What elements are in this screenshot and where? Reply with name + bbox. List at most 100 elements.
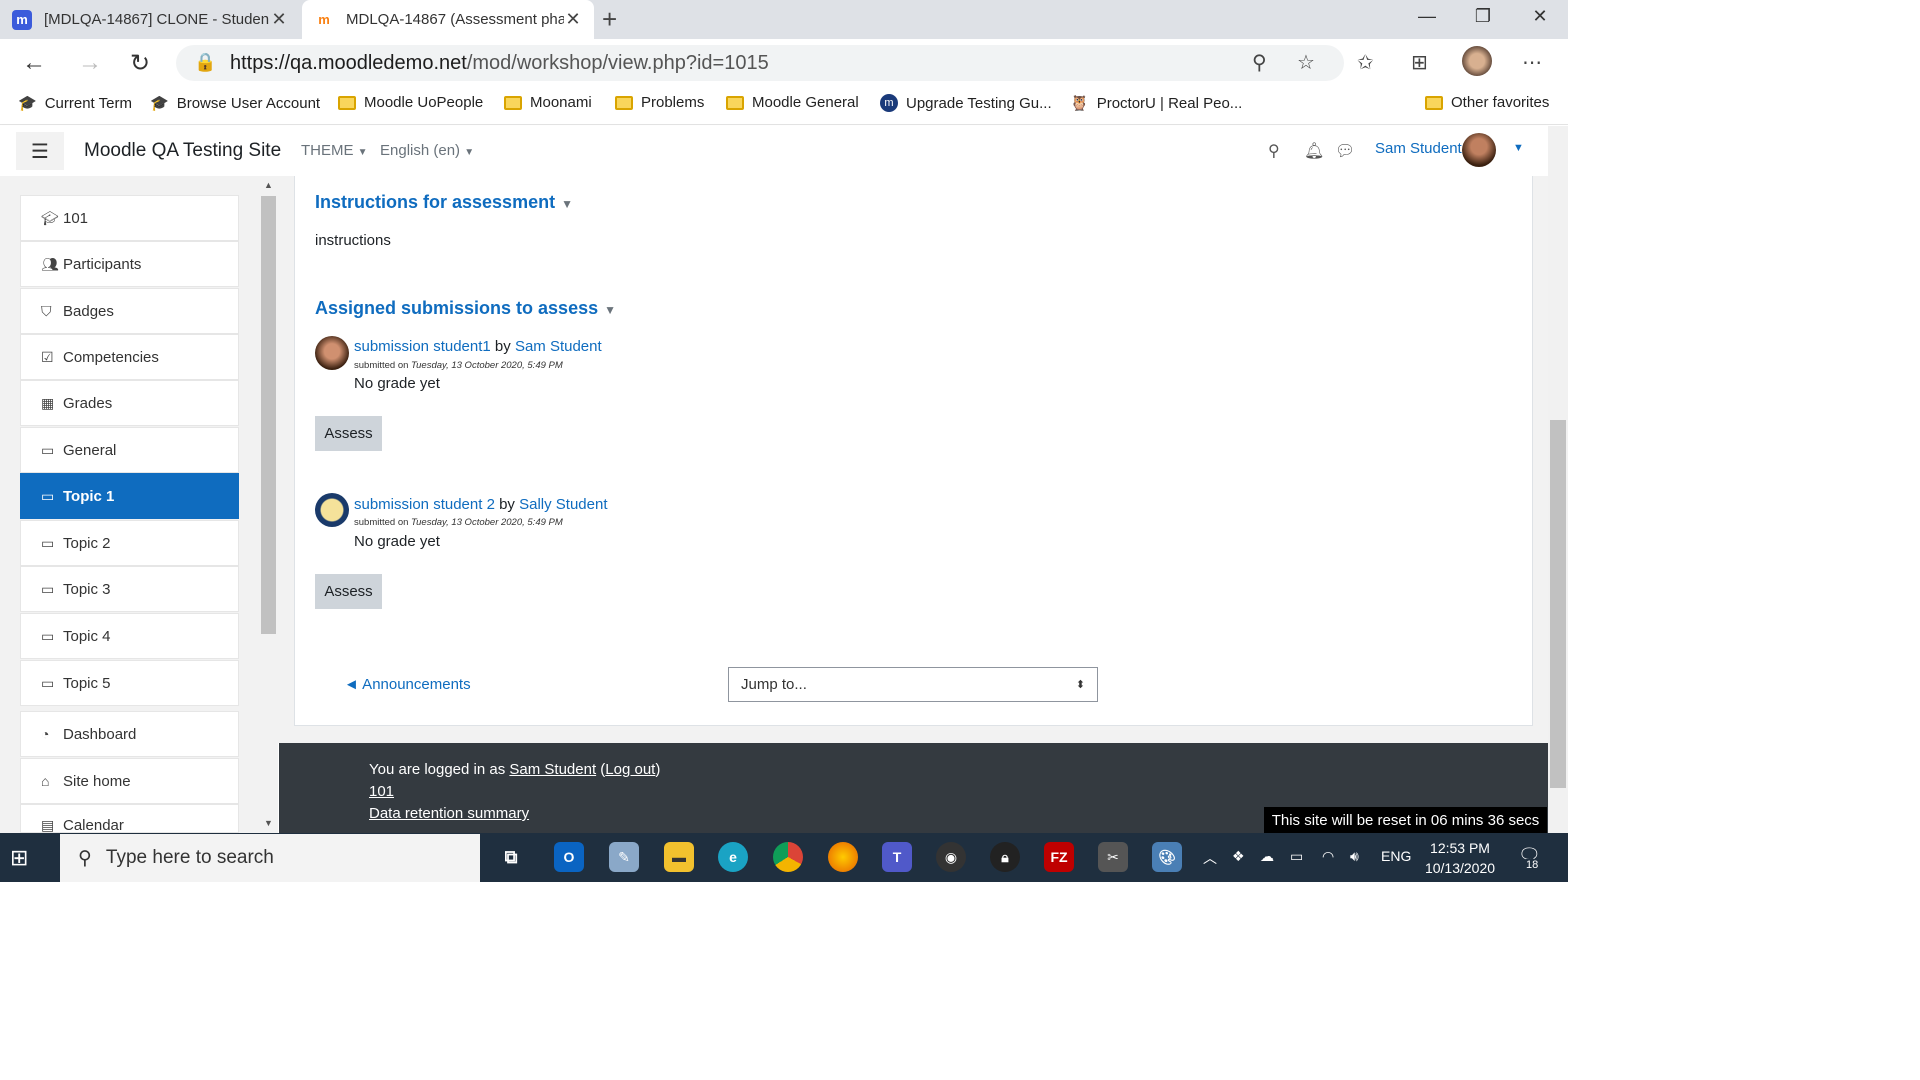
bell-icon[interactable]: 🔔︎	[1304, 141, 1324, 161]
drawer-toggle-button[interactable]: ☰	[16, 132, 64, 170]
outlook-icon[interactable]: O	[554, 842, 584, 872]
calendar-icon: ▤	[41, 817, 55, 833]
browser-tab-tracker[interactable]: m [MDLQA-14867] CLONE - Studen ✕	[0, 0, 300, 39]
teams-icon[interactable]: T	[882, 842, 912, 872]
footer-course-link[interactable]: 101	[369, 783, 394, 800]
sidebar-item-general[interactable]: ▭ General	[20, 427, 239, 473]
windows-start-icon[interactable]: ⊞	[10, 845, 28, 871]
submission-link[interactable]: submission student 2	[354, 496, 495, 513]
folder-icon: ▭	[41, 487, 55, 504]
sidebar-item-calendar[interactable]: ▤ Calendar	[20, 804, 239, 833]
sidebar-item-badges[interactable]: ⛉ Badges	[20, 288, 239, 334]
refresh-icon[interactable]: ↻	[130, 49, 150, 78]
owl-icon: 🦉	[1070, 95, 1089, 112]
sidebar-item-topic-5[interactable]: ▭ Topic 5	[20, 660, 239, 706]
battery-icon[interactable]: ▭	[1290, 848, 1303, 865]
scroll-up-icon[interactable]: ▲	[264, 180, 273, 190]
sidebar-item-topic-4[interactable]: ▭ Topic 4	[20, 613, 239, 659]
onedrive-icon[interactable]: ☁	[1260, 848, 1274, 865]
volume-icon[interactable]: 🔊︎	[1350, 848, 1359, 865]
scroll-down-icon[interactable]: ▼	[264, 818, 273, 828]
sidebar-item-course[interactable]: 🎓︎ 101	[20, 195, 239, 241]
notepad-icon[interactable]: ✎	[609, 842, 639, 872]
assigned-submissions-heading[interactable]: Assigned submissions to assess ▼	[315, 298, 616, 319]
sidebar-item-participants[interactable]: 👥︎ Participants	[20, 241, 239, 287]
favorites-list-icon[interactable]: ✩	[1357, 50, 1374, 75]
forward-icon[interactable]: →	[78, 49, 102, 77]
moodle-m-icon: m	[880, 94, 898, 112]
browser-tab-workshop[interactable]: m MDLQA-14867 (Assessment pha ✕	[302, 0, 594, 39]
prev-activity-link[interactable]: ◄ Announcements	[344, 676, 471, 693]
bookmark-current-term[interactable]: 🎓 Current Term	[18, 94, 132, 113]
file-explorer-icon[interactable]: ▬	[664, 842, 694, 872]
data-retention-link[interactable]: Data retention summary	[369, 805, 529, 822]
bookmark-moodle-uopeople[interactable]: Moodle UoPeople	[338, 94, 483, 111]
dropbox-icon[interactable]: ❖	[1232, 848, 1245, 865]
author-link[interactable]: Sally Student	[519, 496, 607, 513]
firefox-icon[interactable]	[828, 842, 858, 872]
bookmark-other-favorites[interactable]: Other favorites	[1425, 94, 1549, 111]
sidebar-item-grades[interactable]: ▦ Grades	[20, 380, 239, 426]
folder-icon	[1425, 95, 1443, 110]
close-icon[interactable]: ✕	[270, 9, 288, 30]
bookmark-proctoru[interactable]: 🦉 ProctorU | Real Peo...	[1070, 94, 1242, 113]
filezilla-icon[interactable]: FZ	[1044, 842, 1074, 872]
chrome-icon[interactable]	[773, 842, 803, 872]
profile-avatar[interactable]	[1462, 46, 1492, 76]
logout-link[interactable]: Log out	[605, 761, 655, 778]
tools-icon[interactable]: ✂	[1098, 842, 1128, 872]
obs-icon[interactable]: ◉	[936, 842, 966, 872]
page-scrollbar-thumb[interactable]	[1550, 420, 1566, 788]
sidebar-item-topic-1[interactable]: ▭ Topic 1	[20, 473, 239, 519]
jump-to-select[interactable]: Jump to... ⬍	[728, 667, 1098, 702]
bookmark-browse-user[interactable]: 🎓 Browse User Account	[150, 94, 321, 113]
edge-icon[interactable]: e	[718, 842, 748, 872]
caret-down-icon[interactable]: ▼	[1513, 142, 1524, 154]
taskbar-search[interactable]: ⚲ Type here to search	[60, 834, 480, 882]
bookmark-label: Problems	[641, 94, 705, 111]
sidebar-item-topic-3[interactable]: ▭ Topic 3	[20, 566, 239, 612]
bookmark-upgrade-testing[interactable]: m Upgrade Testing Gu...	[880, 94, 1052, 112]
sidebar-item-competencies[interactable]: ☑ Competencies	[20, 334, 239, 380]
chat-icon[interactable]: 💬︎	[1335, 141, 1355, 161]
sidebar-scrollbar-thumb[interactable]	[261, 196, 276, 634]
sidebar-item-label: Topic 4	[63, 627, 111, 645]
avatar[interactable]	[1462, 133, 1496, 167]
input-language[interactable]: ENG	[1381, 848, 1411, 864]
sidebar-item-topic-2[interactable]: ▭ Topic 2	[20, 520, 239, 566]
window-close-icon[interactable]: ✕	[1525, 6, 1555, 27]
minimize-icon[interactable]: —	[1412, 6, 1442, 27]
language-menu[interactable]: English (en) ▼	[380, 142, 474, 159]
more-icon[interactable]: ⋯	[1522, 50, 1542, 75]
user-menu-name[interactable]: Sam Student	[1375, 140, 1462, 157]
theme-menu[interactable]: THEME ▼	[301, 142, 368, 159]
assess-button[interactable]: Assess	[315, 416, 382, 451]
search-icon[interactable]: ⚲	[1268, 141, 1280, 161]
sidebar-item-dashboard[interactable]: ◔ Dashboard	[20, 711, 239, 757]
sidebar-item-site-home[interactable]: ⌂ Site home	[20, 758, 239, 804]
zoom-icon[interactable]: ⚲	[1252, 50, 1267, 75]
close-icon[interactable]: ✕	[564, 9, 582, 30]
submission-link[interactable]: submission student1	[354, 338, 491, 355]
wifi-icon[interactable]: ◠	[1322, 848, 1334, 865]
bookmark-moonami[interactable]: Moonami	[504, 94, 592, 111]
lock-app-icon[interactable]: 🔒︎	[990, 842, 1020, 872]
favorite-star-icon[interactable]: ☆	[1297, 50, 1315, 75]
instructions-heading[interactable]: Instructions for assessment ▼	[315, 192, 573, 213]
restore-icon[interactable]: ❐	[1468, 6, 1498, 27]
bookmark-problems[interactable]: Problems	[615, 94, 704, 111]
assess-button[interactable]: Assess	[315, 574, 382, 609]
new-tab-icon[interactable]: +	[602, 4, 617, 35]
site-name[interactable]: Moodle QA Testing Site	[84, 140, 281, 162]
url-text[interactable]: https://qa.moodledemo.net/mod/workshop/v…	[230, 52, 769, 75]
taskbar-clock[interactable]: 12:53 PM 10/13/2020	[1420, 838, 1500, 878]
bookmark-moodle-general[interactable]: Moodle General	[726, 94, 859, 111]
paint-icon[interactable]: 🎨︎	[1152, 842, 1182, 872]
bookmark-label: Browse User Account	[176, 94, 321, 112]
task-view-icon[interactable]: ⧉	[496, 842, 526, 872]
logged-in-user-link[interactable]: Sam Student	[509, 761, 596, 778]
back-icon[interactable]: ←	[22, 49, 46, 77]
tray-chevron-icon[interactable]: ︿	[1203, 848, 1217, 868]
collections-icon[interactable]: ⊞	[1411, 50, 1428, 75]
author-link[interactable]: Sam Student	[515, 338, 602, 355]
